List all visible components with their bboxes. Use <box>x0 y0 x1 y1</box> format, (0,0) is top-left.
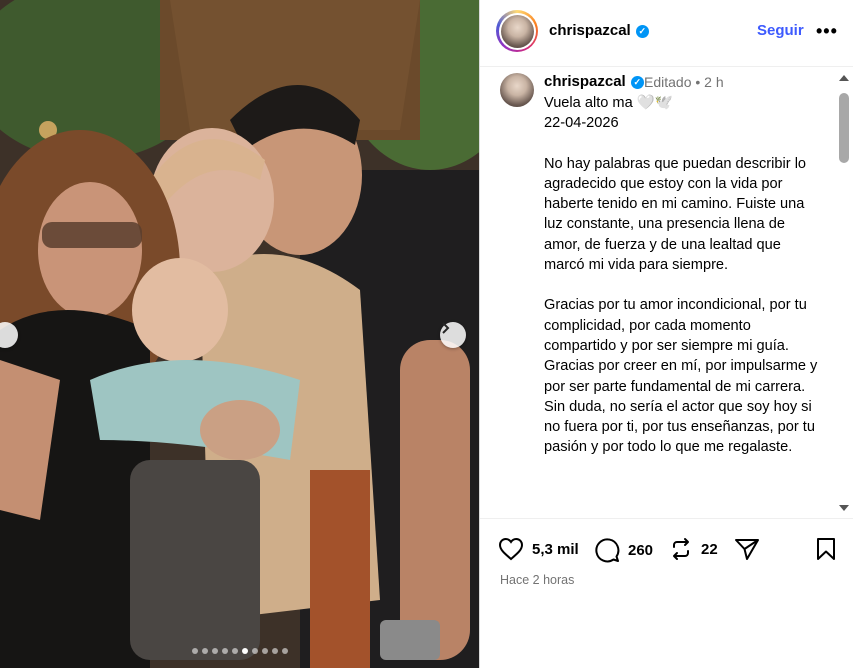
caption-username-link[interactable]: chrispazcal ✓ <box>544 73 644 90</box>
comment-icon <box>595 538 620 563</box>
avatar-image <box>500 14 534 48</box>
carousel-dot <box>241 648 248 654</box>
caption-text: Vuela alto ma 🤍🕊️ 22-04-2026 No hay pala… <box>544 93 824 458</box>
edited-label: Editado <box>644 74 692 90</box>
share-button[interactable] <box>734 537 760 561</box>
repost-count: 22 <box>701 540 718 558</box>
avatar[interactable] <box>496 10 538 52</box>
comment-count: 260 <box>628 541 654 559</box>
save-button[interactable] <box>815 537 837 561</box>
carousel-dot <box>221 648 228 654</box>
carousel-dot <box>261 648 268 654</box>
carousel-dot <box>201 648 208 654</box>
carousel-dot <box>251 648 258 654</box>
caption-paragraph-2: Gracias por tu amor incondicional, por t… <box>544 297 818 456</box>
more-icon[interactable]: ••• <box>816 21 838 42</box>
action-bar: 5,3 mil 260 22 Hace 2 horas <box>480 518 853 669</box>
photo-illustration <box>0 0 479 668</box>
like-count: 5,3 mil <box>532 540 579 558</box>
caption-paragraph-1: No hay palabras que puedan describir lo … <box>544 155 807 274</box>
caption-area: chrispazcal ✓ Editado • 2 h Vuela alto ma… <box>480 67 853 518</box>
verified-icon: ✓ <box>630 76 644 89</box>
username-text: chrispazcal <box>549 22 631 39</box>
repost-icon <box>673 538 689 560</box>
repost-button[interactable]: 22 <box>669 537 718 561</box>
verified-icon: ✓ <box>635 25 649 38</box>
bookmark-icon <box>817 538 835 560</box>
caption-date: 22-04-2026 <box>544 115 619 132</box>
chevron-left-icon <box>0 322 2 334</box>
scroll-up-arrow[interactable] <box>839 75 849 81</box>
caption-username-text: chrispazcal <box>544 73 626 90</box>
scroll-down-arrow[interactable] <box>839 505 849 511</box>
next-photo-button[interactable] <box>440 322 466 348</box>
carousel-dot <box>231 648 238 654</box>
carousel-dot <box>191 648 198 654</box>
follow-button[interactable]: Seguir <box>757 22 804 39</box>
caption-meta: Editado • 2 h <box>644 74 724 90</box>
carousel-dot <box>271 648 278 654</box>
post-panel: chrispazcal ✓ Seguir ••• chrispazcal ✓ Edi… <box>479 0 853 668</box>
post-photo[interactable] <box>0 0 479 668</box>
like-button[interactable]: 5,3 mil <box>498 537 579 561</box>
carousel-indicator <box>0 648 479 654</box>
caption-scrollbar[interactable] <box>838 71 850 515</box>
username-link[interactable]: chrispazcal ✓ <box>549 22 649 39</box>
share-icon <box>735 539 759 560</box>
caption-line1: Vuela alto ma 🤍🕊️ <box>544 95 674 111</box>
carousel-dot <box>281 648 288 654</box>
comment-button[interactable]: 260 <box>594 537 653 563</box>
scroll-thumb[interactable] <box>839 93 849 163</box>
chevron-right-icon <box>442 322 450 334</box>
carousel-dot <box>211 648 218 654</box>
post-header: chrispazcal ✓ Seguir ••• <box>480 0 853 67</box>
post-age: 2 h <box>704 74 724 90</box>
post-timestamp: Hace 2 horas <box>500 573 575 587</box>
caption-avatar[interactable] <box>500 73 534 107</box>
heart-icon <box>498 537 524 561</box>
